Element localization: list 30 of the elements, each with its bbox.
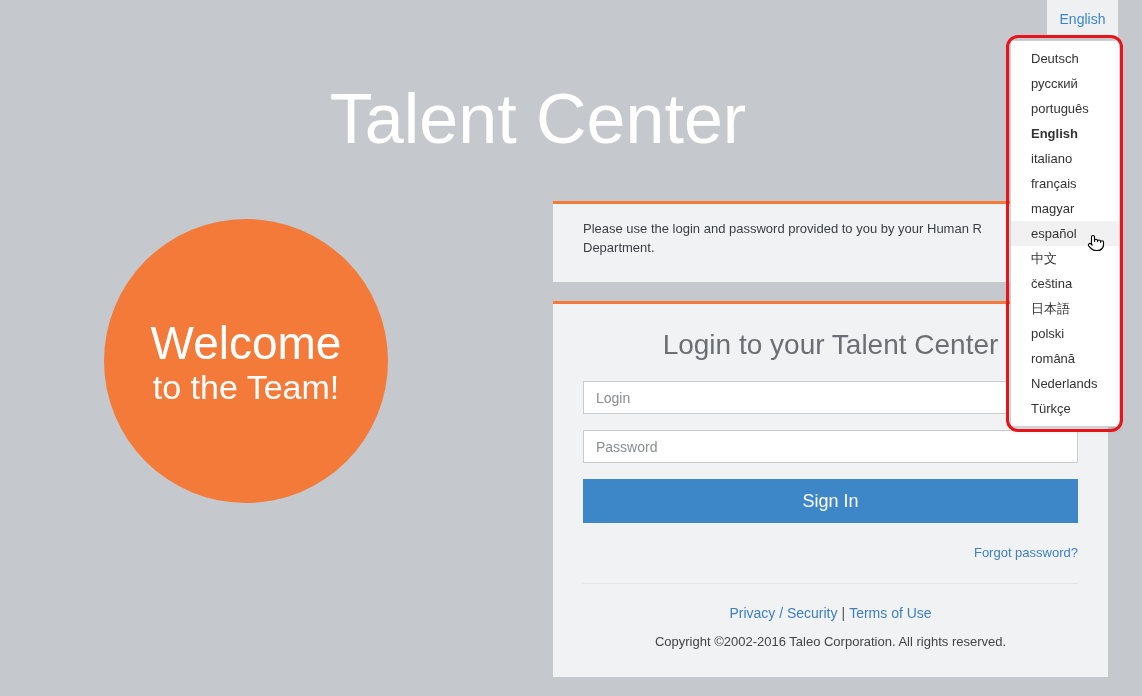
language-option[interactable]: português (1011, 96, 1119, 121)
language-option[interactable]: français (1011, 171, 1119, 196)
language-option[interactable]: română (1011, 346, 1119, 371)
forgot-password-link[interactable]: Forgot password? (973, 544, 1078, 562)
terms-of-use-link[interactable]: Terms of Use (849, 604, 932, 622)
notice-text: Please use the login and password provided to you by your Human R (583, 220, 982, 238)
page-title: Talent Center (329, 84, 747, 154)
language-option[interactable]: русский (1011, 71, 1119, 96)
language-option[interactable]: polski (1011, 321, 1119, 346)
language-option[interactable]: español (1011, 221, 1119, 246)
language-option[interactable]: čeština (1011, 271, 1119, 296)
language-option[interactable]: Nederlands (1011, 371, 1119, 396)
language-option[interactable]: English (1011, 121, 1119, 146)
hand-cursor-icon (1087, 233, 1105, 253)
language-option[interactable]: italiano (1011, 146, 1119, 171)
copyright-text: Copyright ©2002-2016 Taleo Corporation. All rights reserved. (654, 633, 1007, 651)
welcome-heading: Welcome (150, 319, 342, 367)
language-option[interactable]: Türkçe (1011, 396, 1119, 421)
password-field[interactable]: Password (583, 430, 1078, 463)
sign-in-button[interactable]: Sign In (583, 479, 1078, 523)
privacy-security-link[interactable]: Privacy / Security (729, 604, 838, 622)
language-option[interactable]: magyar (1011, 196, 1119, 221)
language-option[interactable]: 日本語 (1011, 296, 1119, 321)
language-option[interactable]: Deutsch (1011, 46, 1119, 71)
welcome-subheading: to the Team! (152, 367, 340, 407)
link-separator: | (841, 604, 846, 622)
language-option[interactable]: 中文 (1011, 246, 1119, 271)
notice-text: Department. (583, 239, 655, 257)
login-field[interactable]: Login (583, 381, 1006, 414)
login-heading: Login to your Talent Center (662, 328, 999, 362)
